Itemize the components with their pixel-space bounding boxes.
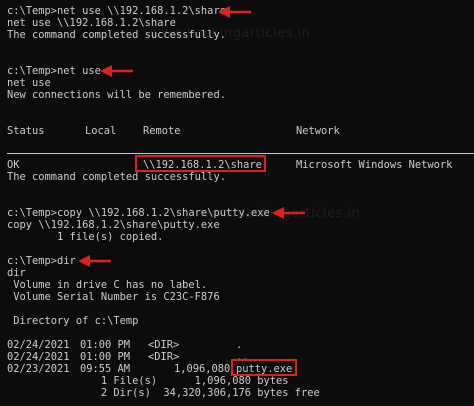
dir-entry-date: 02/24/2021	[7, 351, 70, 363]
dir-entry-date: 02/23/2021	[7, 363, 70, 375]
table-header-local: Local	[85, 125, 117, 137]
arrow-icon	[272, 207, 305, 219]
volume-label-line: Volume in drive C has no label.	[7, 279, 208, 291]
dir-entry-size: 1,096,080	[174, 363, 231, 375]
remote-share-highlight-box	[135, 155, 266, 172]
echo-line: dir	[7, 267, 26, 279]
table-cell-network: Microsoft Windows Network	[296, 159, 453, 171]
output-line: 1 file(s) copied.	[7, 231, 164, 243]
dir-entry-time: 01:00 PM	[80, 339, 131, 351]
table-divider	[7, 153, 474, 154]
table-header-network: Network	[296, 125, 340, 137]
putty-exe-highlight-box	[231, 359, 297, 376]
table-header-status: Status	[7, 125, 45, 137]
command-line: c:\Temp>dir	[7, 255, 76, 267]
echo-line: net use	[7, 77, 51, 89]
echo-line: net use \\192.168.1.2\share	[7, 17, 176, 29]
arrow-icon	[218, 6, 251, 18]
arrow-icon	[100, 65, 133, 77]
dir-entry-time: 01:00 PM	[80, 351, 131, 363]
dir-entry-name: .	[236, 339, 243, 351]
command-line: c:\Temp>net use \\192.168.1.2\share	[7, 5, 226, 17]
output-line: The command completed successfully.	[7, 171, 226, 183]
dir-entry-type: <DIR>	[148, 351, 180, 363]
table-cell-status: OK	[7, 159, 20, 171]
dir-entry-type: <DIR>	[148, 339, 180, 351]
volume-serial-line: Volume Serial Number is C23C-F876	[7, 291, 220, 303]
output-line: The command completed successfully.	[7, 29, 226, 41]
output-line: New connections will be remembered.	[7, 89, 226, 101]
arrow-icon	[78, 255, 111, 267]
command-line: c:\Temp>net use	[7, 65, 101, 77]
dir-entry-date: 02/24/2021	[7, 339, 70, 351]
summary-files-line: 1 File(s) 1,096,080 bytes	[7, 375, 289, 387]
table-header-remote: Remote	[143, 125, 181, 137]
command-prompt-window[interactable]: www.hackingarticles.in www.hackingarticl…	[0, 0, 474, 406]
dir-entry-time: 09:55 AM	[80, 363, 131, 375]
directory-of-line: Directory of c:\Temp	[7, 315, 139, 327]
summary-dirs-line: 2 Dir(s) 34,320,306,176 bytes free	[7, 387, 320, 399]
echo-line: copy \\192.168.1.2\share\putty.exe	[7, 219, 220, 231]
command-line: c:\Temp>copy \\192.168.1.2\share\putty.e…	[7, 207, 270, 219]
